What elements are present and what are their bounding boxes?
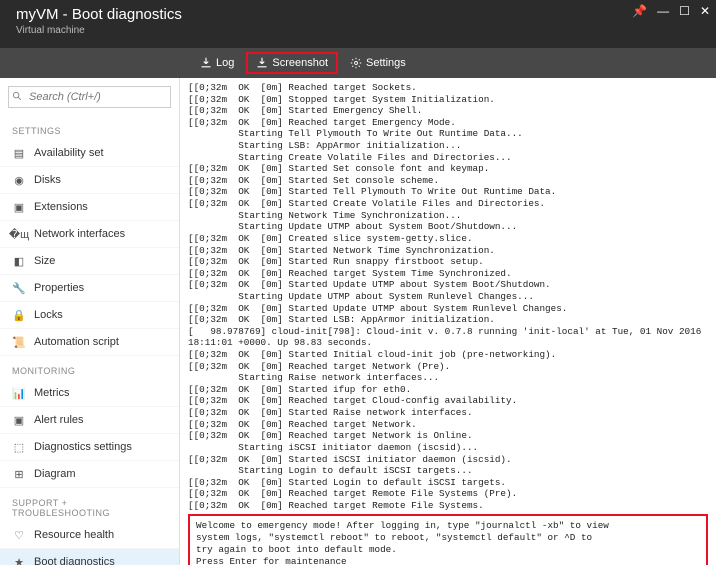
sidebar-item-diagnostics-settings[interactable]: ⬚ Diagnostics settings — [0, 434, 179, 461]
sidebar-item-availability-set[interactable]: ▤ Availability set — [0, 140, 179, 167]
log-button[interactable]: Log — [190, 52, 244, 74]
window-title: myVM - Boot diagnostics — [16, 6, 182, 23]
nav-icon: ⊞ — [12, 467, 26, 481]
nav-icon: ▣ — [12, 200, 26, 214]
emergency-text: Welcome to emergency mode! After logging… — [196, 520, 700, 565]
sidebar-item-label: Extensions — [34, 201, 88, 213]
sidebar-item-label: Automation script — [34, 336, 119, 348]
nav-icon: 🔒 — [12, 308, 26, 322]
emergency-message-box: Welcome to emergency mode! After logging… — [188, 514, 708, 565]
download-icon — [200, 57, 212, 69]
section-header: SUPPORT + TROUBLESHOOTING — [0, 488, 179, 522]
nav-icon: ♡ — [12, 528, 26, 542]
search-input[interactable] — [8, 86, 171, 108]
sidebar-item-metrics[interactable]: 📊 Metrics — [0, 380, 179, 407]
nav-icon: �щ — [12, 227, 26, 241]
sidebar-item-alert-rules[interactable]: ▣ Alert rules — [0, 407, 179, 434]
sidebar-item-label: Network interfaces — [34, 228, 125, 240]
sidebar-item-network-interfaces[interactable]: �щ Network interfaces — [0, 221, 179, 248]
sidebar-item-automation-script[interactable]: 📜 Automation script — [0, 329, 179, 356]
search-box — [8, 86, 171, 108]
sidebar-item-label: Metrics — [34, 387, 69, 399]
nav-icon: ★ — [12, 555, 26, 565]
window-subtitle: Virtual machine — [16, 25, 182, 36]
sidebar-item-label: Disks — [34, 174, 61, 186]
section-header: SETTINGS — [0, 116, 179, 140]
sidebar-item-locks[interactable]: 🔒 Locks — [0, 302, 179, 329]
nav-icon: ◉ — [12, 173, 26, 187]
nav-icon: 🔧 — [12, 281, 26, 295]
nav-icon: ⬚ — [12, 440, 26, 454]
sidebar-item-boot-diagnostics[interactable]: ★ Boot diagnostics — [0, 549, 179, 565]
toolbar: Log Screenshot Settings — [0, 48, 716, 78]
screenshot-button[interactable]: Screenshot — [246, 52, 338, 74]
maximize-icon[interactable]: ☐ — [679, 4, 690, 18]
sidebar-item-label: Availability set — [34, 147, 104, 159]
settings-label: Settings — [366, 57, 406, 69]
nav-icon: ▤ — [12, 146, 26, 160]
sidebar-item-label: Properties — [34, 282, 84, 294]
pin-icon[interactable]: 📌 — [632, 4, 647, 18]
sidebar-item-label: Size — [34, 255, 55, 267]
console-output: [[0;32m OK [0m] Reached target Sockets. … — [180, 78, 716, 565]
sidebar-item-diagram[interactable]: ⊞ Diagram — [0, 461, 179, 488]
sidebar-item-resource-health[interactable]: ♡ Resource health — [0, 522, 179, 549]
close-icon[interactable]: ✕ — [700, 4, 710, 18]
gear-icon — [350, 57, 362, 69]
nav-icon: 📜 — [12, 335, 26, 349]
sidebar-item-extensions[interactable]: ▣ Extensions — [0, 194, 179, 221]
nav-icon: ◧ — [12, 254, 26, 268]
sidebar-item-label: Locks — [34, 309, 63, 321]
sidebar-item-label: Alert rules — [34, 414, 84, 426]
nav-icon: ▣ — [12, 413, 26, 427]
settings-button[interactable]: Settings — [340, 52, 416, 74]
titlebar: myVM - Boot diagnostics Virtual machine … — [0, 0, 716, 48]
section-header: MONITORING — [0, 356, 179, 380]
log-label: Log — [216, 57, 234, 69]
nav-icon: 📊 — [12, 386, 26, 400]
sidebar: SETTINGS ▤ Availability set ◉ Disks ▣ Extensio… — [0, 78, 180, 565]
sidebar-item-label: Diagnostics settings — [34, 441, 132, 453]
boot-log-text: [[0;32m OK [0m] Reached target Sockets. … — [188, 82, 708, 512]
download-icon — [256, 57, 268, 69]
screenshot-label: Screenshot — [272, 57, 328, 69]
sidebar-item-size[interactable]: ◧ Size — [0, 248, 179, 275]
sidebar-item-properties[interactable]: 🔧 Properties — [0, 275, 179, 302]
sidebar-item-label: Boot diagnostics — [34, 556, 115, 565]
sidebar-item-label: Resource health — [34, 529, 114, 541]
sidebar-item-disks[interactable]: ◉ Disks — [0, 167, 179, 194]
minimize-icon[interactable]: ― — [657, 4, 669, 18]
search-icon — [12, 91, 23, 102]
sidebar-item-label: Diagram — [34, 468, 76, 480]
